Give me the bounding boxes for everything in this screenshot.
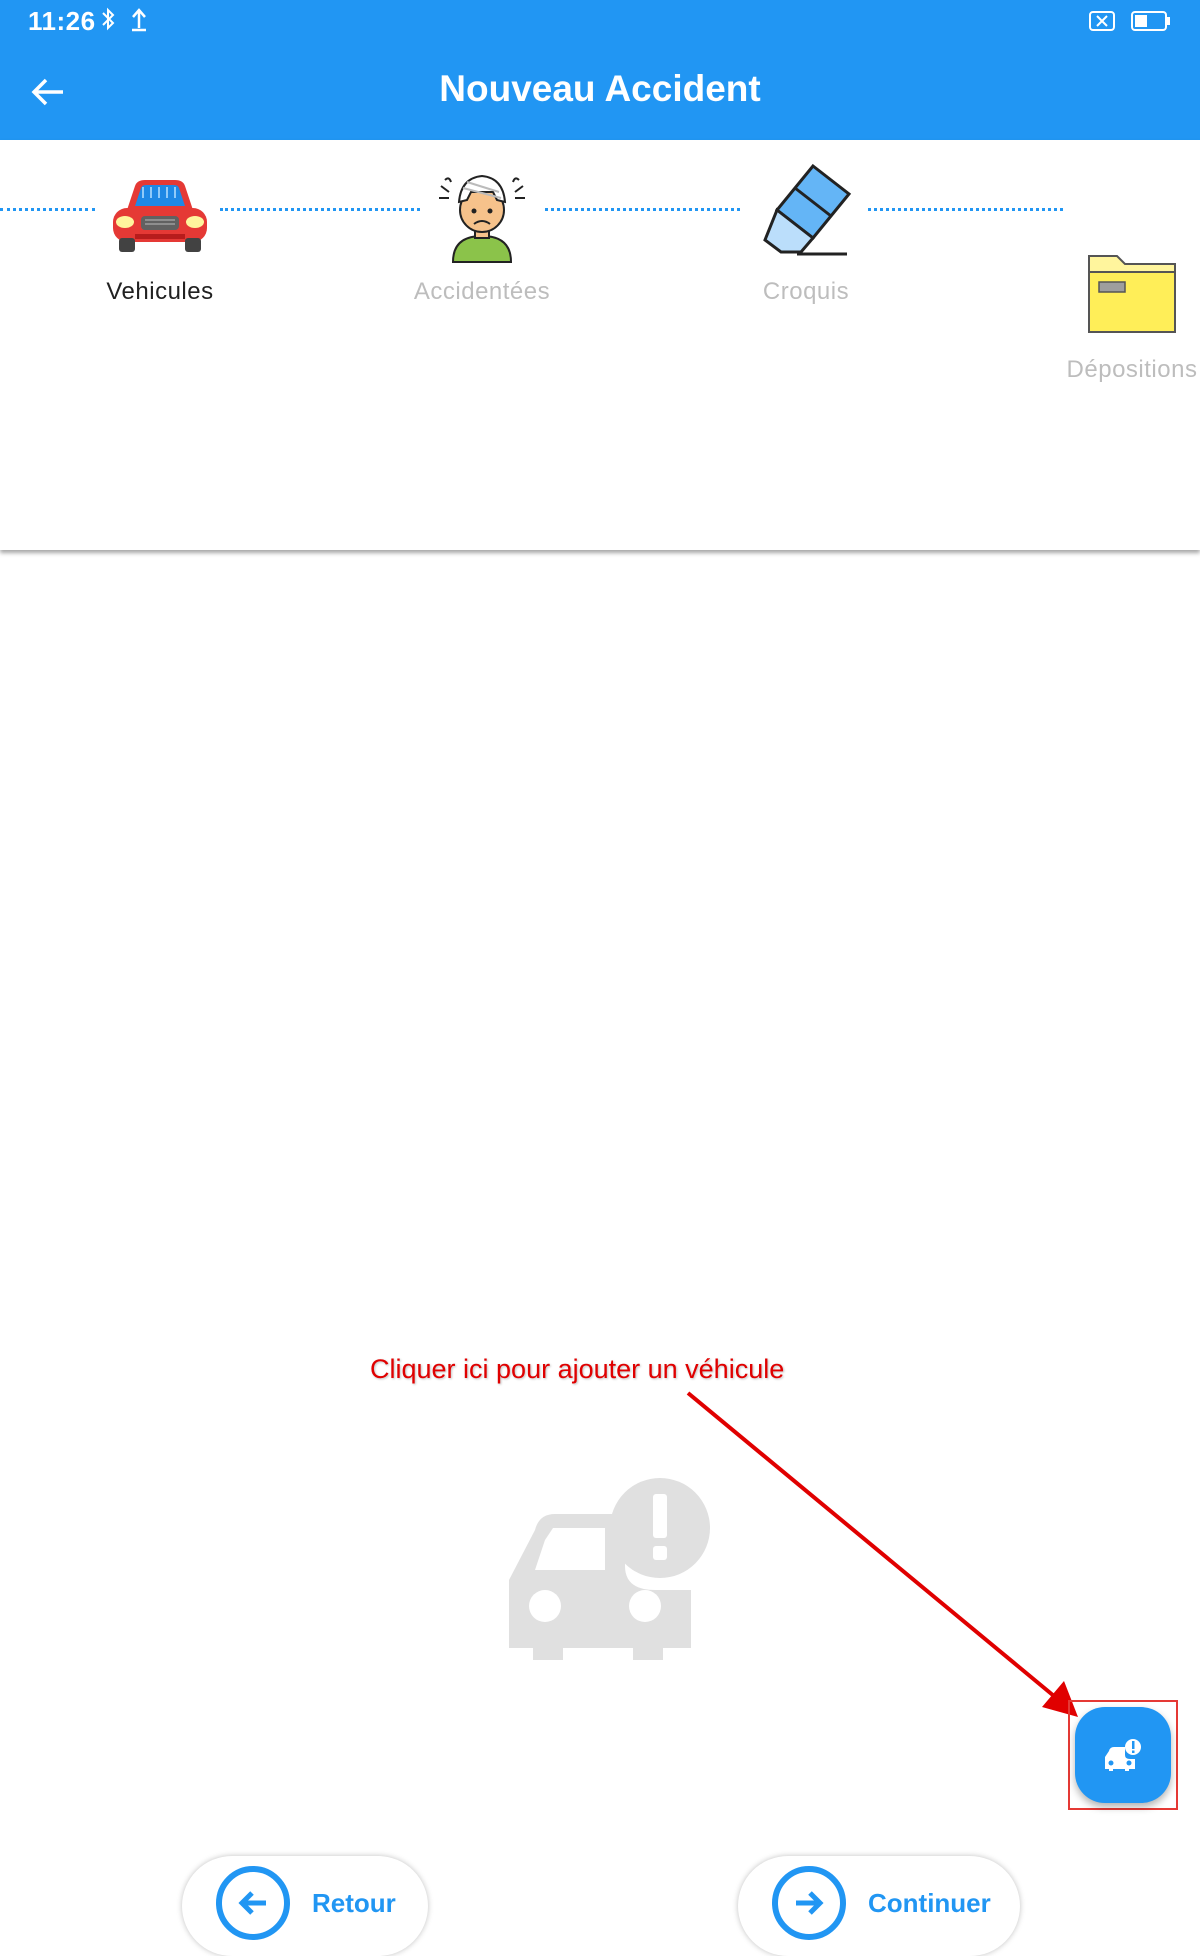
step-label-croquis: Croquis xyxy=(762,278,850,305)
no-sim-icon xyxy=(1089,11,1115,31)
bluetooth-icon xyxy=(102,7,115,31)
page-title: Nouveau Accident xyxy=(439,68,761,109)
back-nav-label: Retour xyxy=(312,1888,396,1918)
upload-icon xyxy=(132,8,146,32)
continue-nav-label: Continuer xyxy=(868,1888,991,1918)
back-nav-button[interactable]: Retour xyxy=(182,1856,428,1956)
app-bar: 11:26 Nouveau Accident xyxy=(0,0,1200,140)
status-icons-left xyxy=(100,6,148,32)
step-accidentees[interactable]: Accidentées xyxy=(372,158,592,306)
stepper: Vehicules Accidentées Croquis Déposition… xyxy=(0,140,1200,550)
add-vehicle-icon xyxy=(1105,1739,1141,1771)
hint-arrow xyxy=(686,1391,1078,1717)
car-alert-icon xyxy=(509,1478,710,1660)
battery-icon xyxy=(1131,11,1170,31)
folder-icon xyxy=(1088,255,1176,333)
step-croquis[interactable]: Croquis xyxy=(696,158,916,306)
hint-annotation: Cliquer ici pour ajouter un véhicule xyxy=(370,1354,785,1384)
injured-person-icon xyxy=(439,174,525,263)
step-label-depositions: Dépositions xyxy=(1066,356,1198,383)
arrow-left-circle-icon xyxy=(216,1866,290,1940)
status-time: 11:26 xyxy=(28,6,96,36)
step-label-vehicules: Vehicules xyxy=(106,278,214,305)
step-depositions[interactable]: Dépositions xyxy=(1022,236,1200,384)
arrow-right-circle-icon xyxy=(772,1866,846,1940)
status-icons-right xyxy=(1088,10,1172,32)
eraser-icon xyxy=(763,163,852,256)
red-car-icon xyxy=(113,180,207,252)
step-vehicules[interactable]: Vehicules xyxy=(50,158,270,306)
add-vehicle-button[interactable] xyxy=(1075,1707,1171,1803)
step-label-accidentees: Accidentées xyxy=(413,278,551,305)
continue-nav-button[interactable]: Continuer xyxy=(738,1856,1020,1956)
